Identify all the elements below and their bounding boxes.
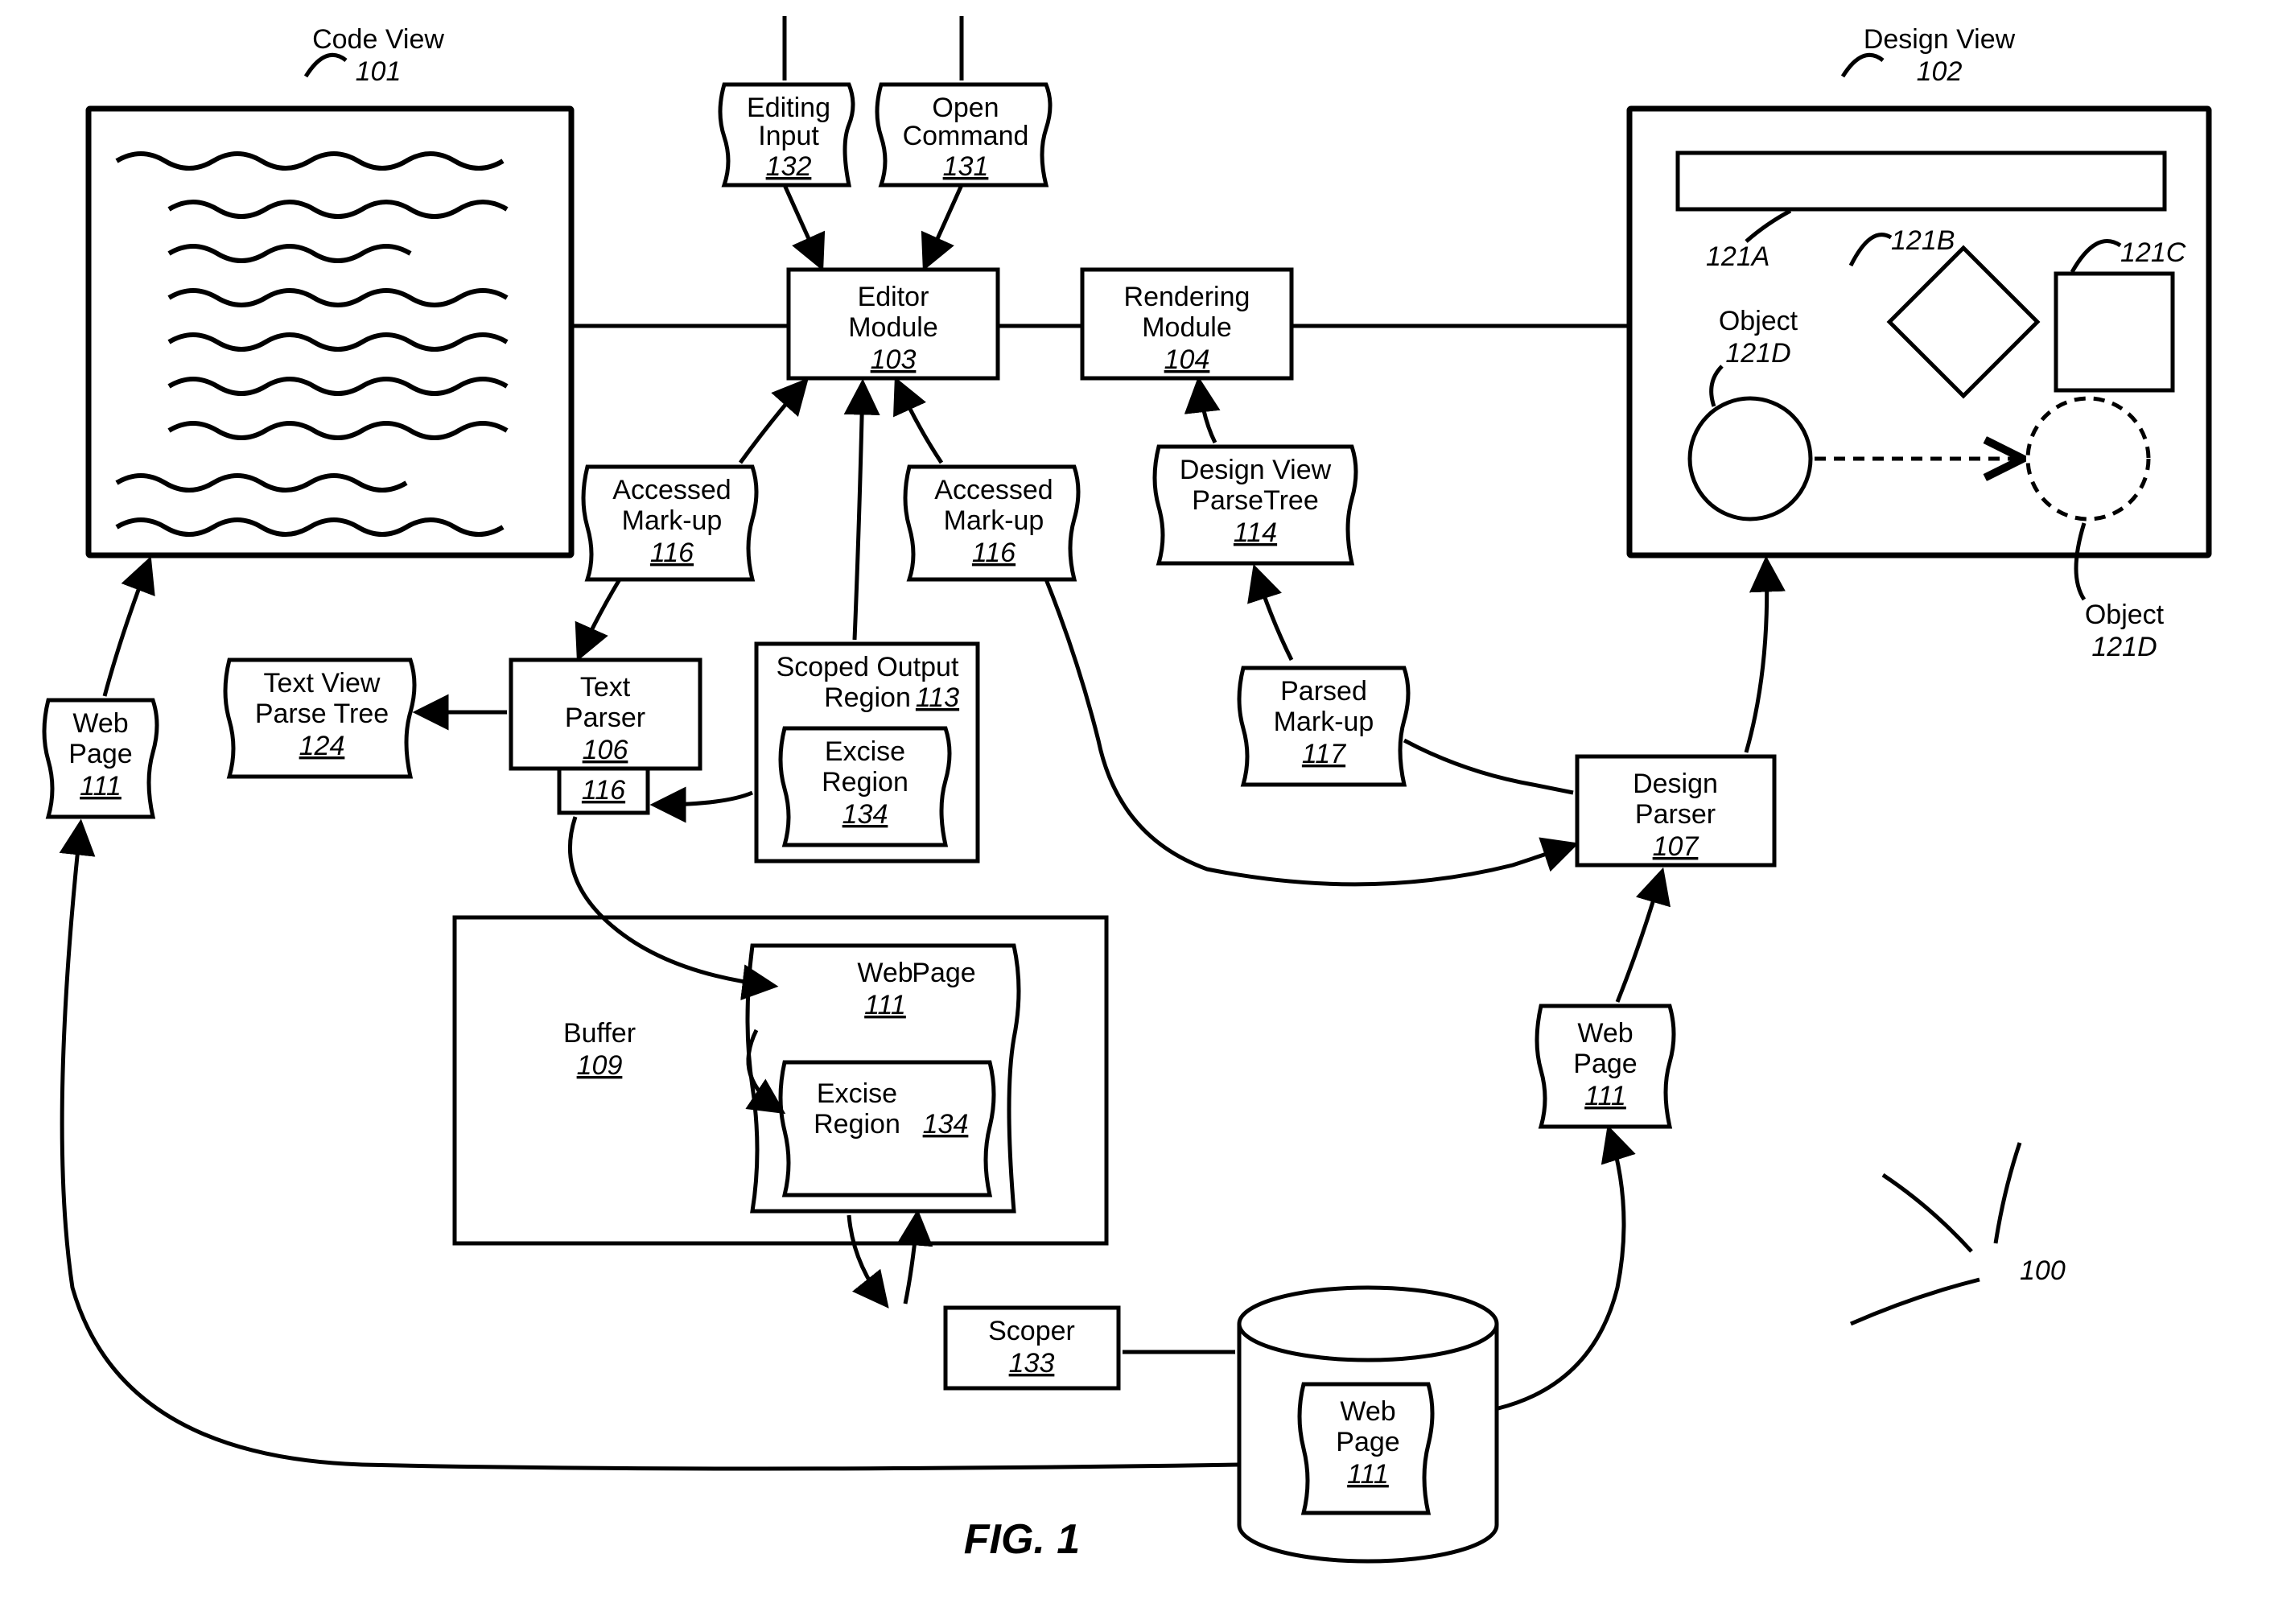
svg-text:100: 100 [2020, 1255, 2066, 1286]
svg-text:Region: Region [824, 682, 911, 713]
svg-text:121D: 121D [1725, 338, 1790, 369]
svg-text:Web: Web [72, 708, 128, 739]
svg-text:106: 106 [583, 735, 628, 765]
svg-text:124: 124 [299, 731, 345, 761]
svg-text:Design: Design [1633, 769, 1718, 799]
editing-input-doc: Editing Input 132 [720, 16, 853, 266]
svg-text:Excise: Excise [817, 1078, 897, 1109]
code-view: Code View 101 [89, 24, 571, 555]
buffer: Buffer 109 Web Page 111 Excise Region 13… [455, 917, 1106, 1243]
open-command-doc: Open Command 131 [877, 16, 1050, 266]
svg-text:103: 103 [871, 344, 917, 375]
svg-text:Parsed: Parsed [1280, 676, 1367, 707]
design-view-parsetree-doc: Design View ParseTree 114 [1155, 382, 1356, 660]
svg-text:111: 111 [80, 771, 122, 802]
svg-text:132: 132 [766, 151, 812, 182]
editor-module: Editor Module 103 [789, 270, 998, 378]
svg-text:116: 116 [582, 775, 625, 806]
svg-text:Page: Page [912, 958, 975, 988]
svg-text:Region: Region [814, 1109, 900, 1140]
svg-text:Region: Region [822, 767, 908, 798]
object-121a [1678, 153, 2165, 209]
object-121c [2056, 274, 2173, 390]
svg-text:Object: Object [1719, 306, 1798, 336]
code-view-ref: 101 [356, 56, 402, 87]
text-parser: Text Parser 106 [511, 660, 700, 769]
svg-text:Command: Command [903, 121, 1029, 151]
svg-text:121D: 121D [2091, 632, 2157, 662]
svg-text:Web: Web [1577, 1018, 1633, 1049]
svg-text:Accessed: Accessed [934, 475, 1053, 505]
svg-text:Module: Module [848, 312, 938, 343]
svg-text:111: 111 [1347, 1459, 1389, 1490]
svg-text:111: 111 [864, 990, 906, 1020]
svg-text:Mark-up: Mark-up [1274, 707, 1374, 737]
svg-text:Page: Page [1336, 1427, 1399, 1457]
svg-text:Page: Page [68, 739, 132, 769]
svg-text:Excise: Excise [825, 736, 905, 767]
svg-text:Scoper: Scoper [988, 1316, 1075, 1346]
svg-text:Page: Page [1573, 1049, 1637, 1079]
svg-text:111: 111 [1584, 1081, 1626, 1111]
design-view-ref: 102 [1917, 56, 1963, 87]
svg-text:Text View: Text View [264, 668, 381, 699]
svg-text:Mark-up: Mark-up [622, 505, 723, 536]
svg-text:Parser: Parser [565, 703, 645, 733]
rendering-module: Rendering Module 104 [1082, 270, 1292, 378]
design-parser: Design Parser 107 [1577, 756, 1774, 865]
svg-text:Web: Web [857, 958, 913, 988]
svg-text:133: 133 [1009, 1348, 1055, 1379]
svg-text:Scoped Output: Scoped Output [777, 652, 959, 682]
database: Web Page 111 [1239, 1288, 1497, 1561]
code-view-title: Code View [312, 24, 444, 55]
svg-text:Buffer: Buffer [563, 1018, 636, 1049]
svg-text:104: 104 [1164, 344, 1210, 375]
figure-label: FIG. 1 [964, 1516, 1080, 1563]
svg-text:ParseTree: ParseTree [1192, 485, 1318, 516]
svg-text:Rendering: Rendering [1124, 282, 1250, 312]
design-view: Design View 102 121A 121B 121C Object 12… [1629, 24, 2209, 662]
svg-text:Parse Tree: Parse Tree [255, 699, 389, 729]
svg-text:Web: Web [1340, 1396, 1395, 1427]
scoped-output-region: Scoped Output Region 113 Excise Region 1… [756, 644, 978, 861]
svg-text:121C: 121C [2120, 237, 2186, 268]
web-page-doc-right: Web Page 111 [1537, 873, 1674, 1127]
web-page-doc-buffer: Web Page 111 Excise Region 134 [748, 946, 1019, 1211]
svg-text:Module: Module [1142, 312, 1232, 343]
svg-text:Mark-up: Mark-up [944, 505, 1044, 536]
svg-text:121A: 121A [1706, 241, 1769, 272]
svg-text:131: 131 [943, 151, 989, 182]
object-121d [1690, 398, 1811, 519]
svg-text:107: 107 [1653, 831, 1699, 862]
accessed-markup-doc-left: Accessed Mark-up 116 [579, 382, 805, 656]
svg-text:117: 117 [1302, 739, 1346, 769]
svg-text:Text: Text [580, 672, 631, 703]
svg-text:121B: 121B [1891, 225, 1955, 256]
svg-text:Accessed: Accessed [612, 475, 731, 505]
web-page-doc-left: Web Page 111 [44, 562, 157, 817]
svg-text:134: 134 [923, 1109, 969, 1140]
parsed-markup-doc: Parsed Mark-up 117 [1239, 668, 1573, 793]
svg-text:Input: Input [758, 121, 819, 151]
svg-text:Open: Open [932, 93, 999, 123]
svg-text:Parser: Parser [1635, 799, 1716, 830]
accessed-markup-doc-center: Accessed Mark-up 116 [897, 382, 1078, 579]
svg-text:Editor: Editor [858, 282, 929, 312]
svg-text:114: 114 [1234, 517, 1277, 548]
svg-text:109: 109 [577, 1050, 623, 1081]
text-view-parsetree-doc: Text View Parse Tree 124 [225, 660, 414, 777]
svg-text:134: 134 [842, 799, 888, 830]
svg-text:Object: Object [2085, 600, 2165, 630]
scoper: Scoper 133 [945, 1308, 1119, 1388]
svg-text:Editing: Editing [747, 93, 830, 123]
svg-text:Design View: Design View [1180, 455, 1332, 485]
svg-text:113: 113 [916, 682, 959, 713]
svg-text:116: 116 [972, 538, 1016, 568]
system-ref-100: 100 [1851, 1143, 2066, 1324]
svg-text:116: 116 [650, 538, 694, 568]
small-116: 116 [559, 769, 648, 813]
design-view-title: Design View [1864, 24, 2016, 55]
